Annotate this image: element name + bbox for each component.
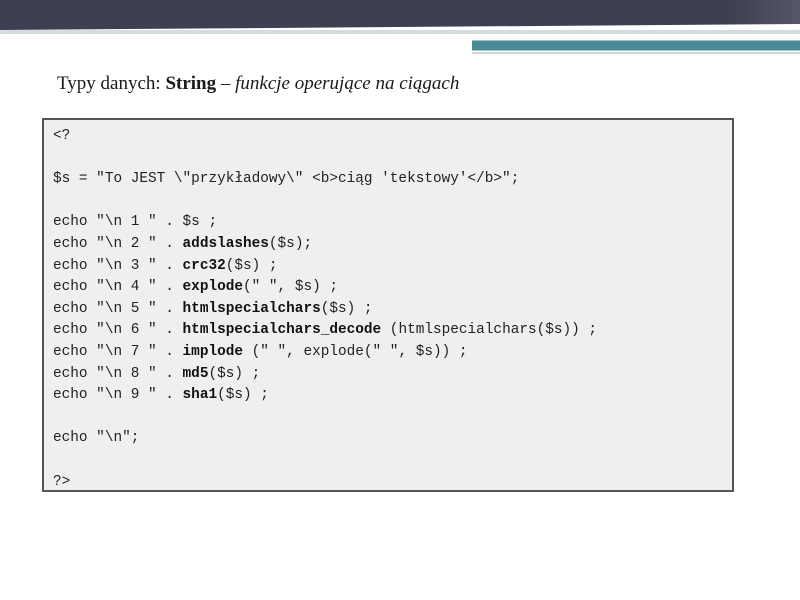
- code-text: echo "\n 9 " .: [53, 387, 183, 404]
- code-text: echo "\n 1 " . $s ;: [53, 214, 218, 231]
- code-text: echo "\n 8 " .: [53, 365, 183, 382]
- title-italic: funkcje operujące na ciągach: [235, 73, 460, 94]
- code-function-name: implode: [182, 343, 243, 360]
- code-text: echo "\n 7 " .: [53, 343, 183, 360]
- code-line: echo "\n 3 " . crc32($s) ;: [53, 256, 732, 278]
- header-band-dark: [0, 0, 800, 24]
- title-dash: –: [216, 73, 236, 94]
- code-text: (" ", explode(" ", $s)) ;: [243, 343, 468, 360]
- title-prefix: Typy danych:: [57, 73, 166, 94]
- code-function-name: explode: [182, 279, 243, 296]
- slide: Typy danych: String – funkcje operujące …: [0, 0, 800, 600]
- code-line: echo "\n 1 " . $s ;: [53, 212, 732, 234]
- code-line: echo "\n 7 " . implode (" ", explode(" "…: [53, 342, 732, 364]
- slide-title: Typy danych: String – funkcje operujące …: [57, 73, 459, 95]
- header-band-accent: [730, 0, 800, 24]
- code-line: echo "\n 9 " . sha1($s) ;: [53, 385, 732, 407]
- code-text: echo "\n";: [53, 430, 140, 447]
- code-text: ($s) ;: [208, 365, 261, 382]
- code-line: echo "\n 8 " . md5($s) ;: [53, 364, 732, 386]
- code-function-name: htmlspecialchars: [182, 300, 321, 317]
- code-line: echo "\n 6 " . htmlspecialchars_decode (…: [53, 320, 732, 342]
- code-block: <? $s = "To JEST \"przykładowy\" <b>ciąg …: [42, 118, 734, 492]
- code-function-name: md5: [182, 365, 209, 382]
- code-text: ($s) ;: [320, 300, 373, 317]
- code-line: ?>: [53, 472, 732, 491]
- code-text: ($s) ;: [217, 387, 269, 404]
- code-text: ?>: [53, 473, 71, 490]
- code-text: echo "\n 2 " .: [53, 235, 183, 252]
- code-line: echo "\n";: [53, 428, 732, 450]
- code-text: echo "\n 6 " .: [53, 322, 183, 339]
- code-function-name: sha1: [182, 387, 218, 404]
- code-line: echo "\n 5 " . htmlspecialchars($s) ;: [53, 299, 732, 321]
- code-line: $s = "To JEST \"przykładowy\" <b>ciąg 't…: [53, 169, 732, 191]
- code-text: <?: [53, 128, 71, 144]
- code-text: echo "\n 5 " .: [53, 300, 183, 317]
- code-line: echo "\n 4 " . explode(" ", $s) ;: [53, 277, 732, 299]
- code-text: (" ", $s) ;: [243, 279, 338, 296]
- code-line: echo "\n 2 " . addslashes($s);: [53, 234, 732, 256]
- header-band-teal-thin: [472, 52, 800, 54]
- header-band-teal: [472, 40, 800, 51]
- title-bold: String: [165, 73, 217, 94]
- code-text: ($s);: [268, 235, 313, 252]
- code-text: echo "\n 4 " .: [53, 279, 183, 296]
- code-text: echo "\n 3 " .: [53, 257, 183, 274]
- code-line: <?: [53, 126, 732, 148]
- code-text: $s = "To JEST \"przykładowy\" <b>ciąg 't…: [53, 171, 520, 188]
- code-text: ($s) ;: [225, 257, 278, 274]
- code-function-name: crc32: [182, 257, 226, 274]
- code-function-name: htmlspecialchars_decode: [182, 322, 382, 339]
- header-band-light: [0, 30, 800, 34]
- code-text: (htmlspecialchars($s)) ;: [381, 322, 598, 339]
- code-function-name: addslashes: [182, 235, 269, 252]
